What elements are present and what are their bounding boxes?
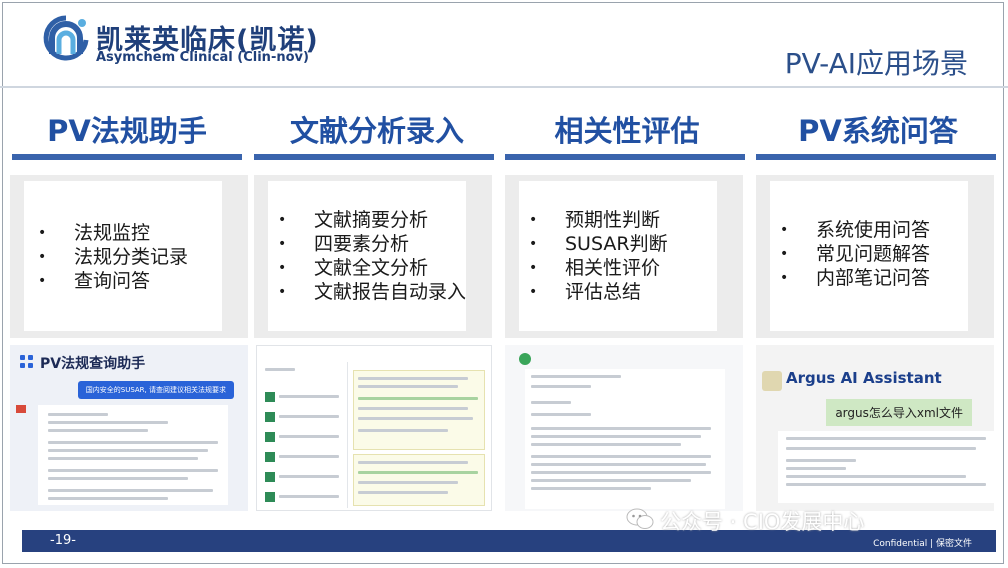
page-number: -19- [50, 533, 76, 548]
list-item: • 系统使用问答 [780, 219, 931, 241]
list-item: • 相关性评价 [529, 257, 661, 279]
grid-app-icon [20, 355, 33, 368]
feature-card-pv-system: • 系统使用问答 • 常见问题解答 • 内部笔记问答 [756, 175, 994, 338]
list-item: • 文献摘要分析 [278, 209, 429, 231]
screenshot-argus-assistant: Argus AI Assistant argus怎么导入xml文件 [756, 345, 994, 511]
assistant-title: PV法规查询助手 [40, 356, 146, 372]
list-item: • 常见问题解答 [780, 243, 931, 265]
list-item: • 法规分类记录 [38, 246, 189, 268]
argus-title: Argus AI Assistant [786, 369, 942, 387]
file-list-panel [261, 362, 348, 508]
column-bar [12, 154, 242, 160]
list-item: • 法规监控 [38, 222, 151, 244]
argus-logo-icon [762, 371, 782, 391]
column-title-literature: 文献分析录入 [289, 114, 464, 148]
list-item: • 四要素分析 [278, 233, 410, 255]
list-item: • 文献全文分析 [278, 257, 429, 279]
column-title-causality: 相关性评估 [554, 114, 700, 148]
chat-answer [525, 369, 725, 509]
watermark-text: 公众号 · CIO发展中心 [660, 510, 865, 534]
analysis-panel [353, 454, 485, 506]
feature-card-causality: • 预期性判断 • SUSAR判断 • 相关性评价 • 评估总结 [505, 175, 743, 338]
feature-list: • 法规监控 • 法规分类记录 • 查询问答 [38, 221, 189, 293]
company-logo-icon [43, 15, 89, 61]
user-question-bubble: argus怎么导入xml文件 [826, 399, 972, 426]
bot-avatar-icon [519, 353, 531, 365]
header-divider [0, 86, 1008, 88]
column-title-pv-system: PV系统问答 [798, 114, 958, 148]
column-title-pv-regulation: PV法规助手 [47, 114, 207, 148]
user-query-bubble: 国内安全的SUSAR, 请查阅建议相关法规要求 [77, 381, 234, 399]
feature-list: • 系统使用问答 • 常见问题解答 • 内部笔记问答 [780, 218, 931, 290]
argus-answer [778, 431, 994, 503]
brand-name-en: Asymchem Clinical (Clin-nov) [96, 50, 309, 65]
feature-card-literature: • 文献摘要分析 • 四要素分析 • 文献全文分析 • 文献报告自动录入 [254, 175, 492, 338]
analysis-panel [353, 370, 485, 450]
list-item: • 预期性判断 [529, 209, 661, 231]
list-item: • 内部笔记问答 [780, 267, 931, 289]
screenshot-regulation-assistant: PV法规查询助手 国内安全的SUSAR, 请查阅建议相关法规要求 [10, 345, 248, 511]
column-bar [756, 154, 996, 160]
list-item: • 评估总结 [529, 281, 642, 303]
feature-card-pv-regulation: • 法规监控 • 法规分类记录 • 查询问答 [10, 175, 248, 338]
screenshot-causality-chat [505, 345, 743, 511]
feature-list: • 文献摘要分析 • 四要素分析 • 文献全文分析 • 文献报告自动录入 [278, 208, 467, 304]
doc-marker-icon [16, 405, 26, 413]
list-item: • 查询问答 [38, 270, 151, 292]
answer-document [38, 405, 228, 505]
slide-title: PV-AI应用场景 [784, 47, 968, 80]
column-bar [254, 154, 494, 160]
feature-list: • 预期性判断 • SUSAR判断 • 相关性评价 • 评估总结 [529, 208, 668, 304]
list-item: • 文献报告自动录入 [278, 281, 467, 303]
column-bar [505, 154, 745, 160]
wechat-icon [626, 508, 654, 529]
screenshot-literature-system [256, 345, 492, 511]
list-item: • SUSAR判断 [529, 233, 668, 255]
confidential-label: Confidential | 保密文件 [873, 539, 972, 549]
